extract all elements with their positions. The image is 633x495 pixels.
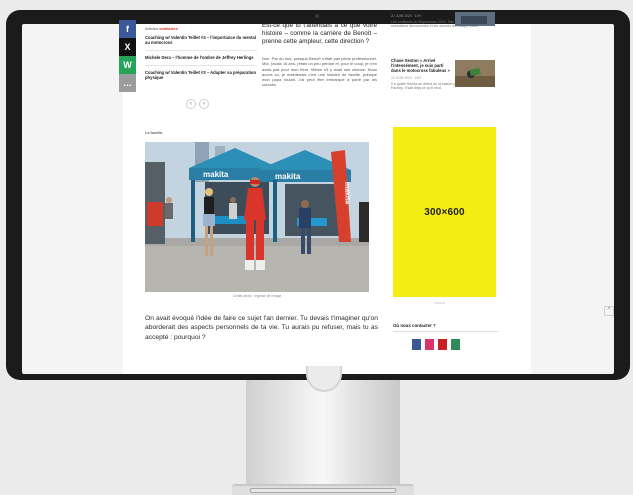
youtube-icon[interactable] <box>438 339 447 350</box>
share-more-icon: … <box>123 78 132 88</box>
sidebar-thumb-2[interactable] <box>455 60 495 87</box>
facebook-icon: f <box>126 24 129 34</box>
stand-base-slot <box>250 488 396 493</box>
article-photo: makita makita makita <box>145 142 369 292</box>
related-articles: Articles similaires Coaching w/ Valentin… <box>145 26 257 85</box>
related-divider <box>145 50 257 51</box>
ad-size-label: 300×600 <box>424 206 465 218</box>
paddock-scene-illustration: makita makita makita <box>145 142 369 292</box>
whatsapp-share-button[interactable]: W <box>119 56 136 74</box>
related-pager: ‹ › <box>186 99 209 109</box>
related-heading-prefix: Articles <box>145 26 159 31</box>
pager-prev-button[interactable]: ‹ <box>186 99 196 109</box>
interview-answer: Non. Par du tout, puisque Benoît n'était… <box>262 56 377 88</box>
whatsapp-icon: W <box>123 60 132 70</box>
interview-question: Est-ce que tu t'attendais à ce que votre… <box>262 22 377 45</box>
x-share-button[interactable]: X <box>119 38 136 56</box>
photo-intro-line: La famille, <box>145 130 164 135</box>
contact-divider <box>393 331 498 332</box>
pager-next-button[interactable]: › <box>199 99 209 109</box>
ad-caption: Publicité <box>434 301 446 305</box>
related-item[interactable]: Michele Dera – l'homme de l'ombre de Jef… <box>145 55 257 60</box>
x-icon: X <box>124 42 131 52</box>
related-divider <box>145 65 257 66</box>
facebook-share-button[interactable]: f <box>119 20 136 38</box>
camera-dot <box>315 14 319 18</box>
tent-brand-2: makita <box>275 172 301 181</box>
related-heading: Articles similaires <box>145 26 257 31</box>
photo-caption: Crédits photo · légende de l'image <box>232 294 282 298</box>
contact-heading: Où nous contacter ? <box>393 323 436 328</box>
more-share-button[interactable]: … <box>119 74 136 92</box>
sidebar-thumb-image <box>455 60 495 87</box>
tent-brand-1: makita <box>203 170 229 179</box>
instagram-icon[interactable] <box>425 339 434 350</box>
scroll-top-button[interactable]: ^ <box>604 306 614 316</box>
flag-brand: makita <box>343 182 351 205</box>
stand-neck <box>246 380 400 484</box>
sidebar-thumb-top[interactable] <box>455 12 495 26</box>
related-item[interactable]: Coaching w/ Valentin Teillet #3 – Adapte… <box>145 70 257 80</box>
sidebar-thumb-image <box>455 12 495 26</box>
share-bar: f X W … <box>119 20 136 92</box>
tiktok-icon[interactable] <box>451 339 460 350</box>
related-item[interactable]: Coaching w/ Valentin Teillet #4 – l'impo… <box>145 35 257 45</box>
contact-icons <box>412 339 460 350</box>
facebook-icon[interactable] <box>412 339 421 350</box>
ad-banner[interactable]: 300×600 <box>393 127 496 297</box>
article-body-question: On avait évoqué l'idée de faire ce sujet… <box>145 315 378 341</box>
related-heading-accent: similaires <box>159 26 178 31</box>
sidebar-item-title: Chase Sexton « Arrivé l'intensément, je … <box>391 58 450 73</box>
